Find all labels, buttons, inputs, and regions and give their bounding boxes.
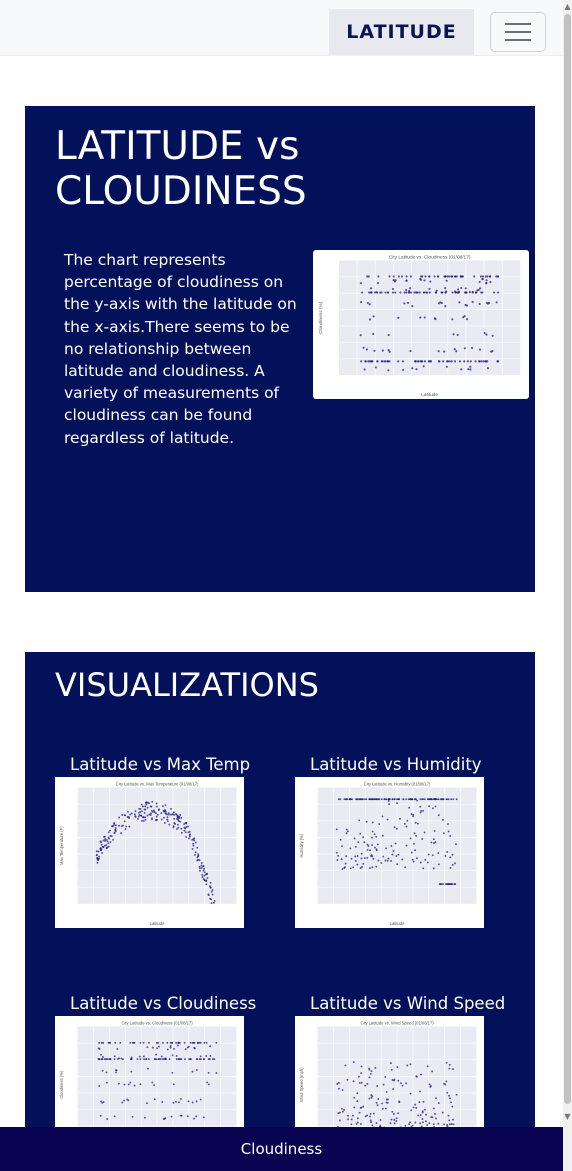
hero-text-block: City Latitude vs. Cloudiness (01/08/17) L… bbox=[64, 249, 529, 449]
max-temp-chart[interactable]: City Latitude vs. Max Temperature (01/08… bbox=[55, 777, 244, 928]
humidity-chart[interactable]: City Latitude vs. Humidity (01/08/17) Lat… bbox=[295, 777, 484, 928]
svg-text:City Latitude vs. Cloudiness (: City Latitude vs. Cloudiness (01/08/17) bbox=[121, 1021, 193, 1026]
svg-text:Humidity (%): Humidity (%) bbox=[299, 833, 304, 857]
svg-text:City Latitude vs. Humidity (01: City Latitude vs. Humidity (01/08/17) bbox=[364, 782, 431, 787]
svg-text:City Latitude vs. Wind Speed (: City Latitude vs. Wind Speed (01/08/17) bbox=[360, 1021, 434, 1026]
hero-title: LATITUDE vs CLOUDINESS bbox=[55, 124, 307, 214]
svg-text:Latitude: Latitude bbox=[150, 921, 165, 926]
svg-text:Latitude: Latitude bbox=[421, 392, 438, 398]
visualizations-panel: VISUALIZATIONS Latitude vs Max Temp City… bbox=[25, 652, 535, 1132]
hero-cloudiness-chart[interactable]: City Latitude vs. Cloudiness (01/08/17) L… bbox=[313, 250, 529, 399]
svg-text:Max Temperature (F): Max Temperature (F) bbox=[59, 826, 64, 865]
wind-speed-chart[interactable]: City Latitude vs. Wind Speed (01/08/17)L… bbox=[295, 1016, 484, 1132]
scroll-down-arrow-icon[interactable]: ▼ bbox=[563, 1112, 572, 1122]
page-scrollbar[interactable]: ▲ ▼ bbox=[563, 0, 572, 1171]
svg-text:City Latitude vs. Cloudiness (: City Latitude vs. Cloudiness (01/08/17) bbox=[389, 254, 471, 260]
visualizations-title: VISUALIZATIONS bbox=[55, 666, 319, 704]
scroll-thumb[interactable] bbox=[564, 14, 571, 1104]
navbar-toggler-button[interactable] bbox=[490, 12, 546, 52]
hero-panel: LATITUDE vs CLOUDINESS City Latitude vs.… bbox=[25, 106, 535, 592]
card-label-humidity: Latitude vs Humidity bbox=[310, 755, 482, 774]
navbar: LATITUDE bbox=[0, 0, 563, 56]
svg-text:Cloudiness (%): Cloudiness (%) bbox=[318, 301, 324, 334]
card-label-cloudiness: Latitude vs Cloudiness bbox=[70, 994, 257, 1013]
card-label-wind-speed: Latitude vs Wind Speed bbox=[310, 994, 506, 1013]
hamburger-icon bbox=[505, 23, 531, 41]
card-label-max-temp: Latitude vs Max Temp bbox=[70, 755, 251, 774]
footer: Cloudiness bbox=[0, 1127, 563, 1171]
navbar-brand[interactable]: LATITUDE bbox=[329, 9, 474, 55]
svg-text:Wind Speed (mph): Wind Speed (mph) bbox=[299, 1067, 304, 1102]
svg-text:City Latitude vs. Max Temperat: City Latitude vs. Max Temperature (01/08… bbox=[116, 782, 199, 787]
svg-text:Latitude: Latitude bbox=[390, 921, 405, 926]
cloudiness-chart[interactable]: City Latitude vs. Cloudiness (01/08/17)L… bbox=[55, 1016, 244, 1132]
footer-label: Cloudiness bbox=[240, 1140, 323, 1158]
scroll-up-arrow-icon[interactable]: ▲ bbox=[563, 2, 572, 12]
svg-text:Cloudiness (%): Cloudiness (%) bbox=[59, 1070, 64, 1099]
